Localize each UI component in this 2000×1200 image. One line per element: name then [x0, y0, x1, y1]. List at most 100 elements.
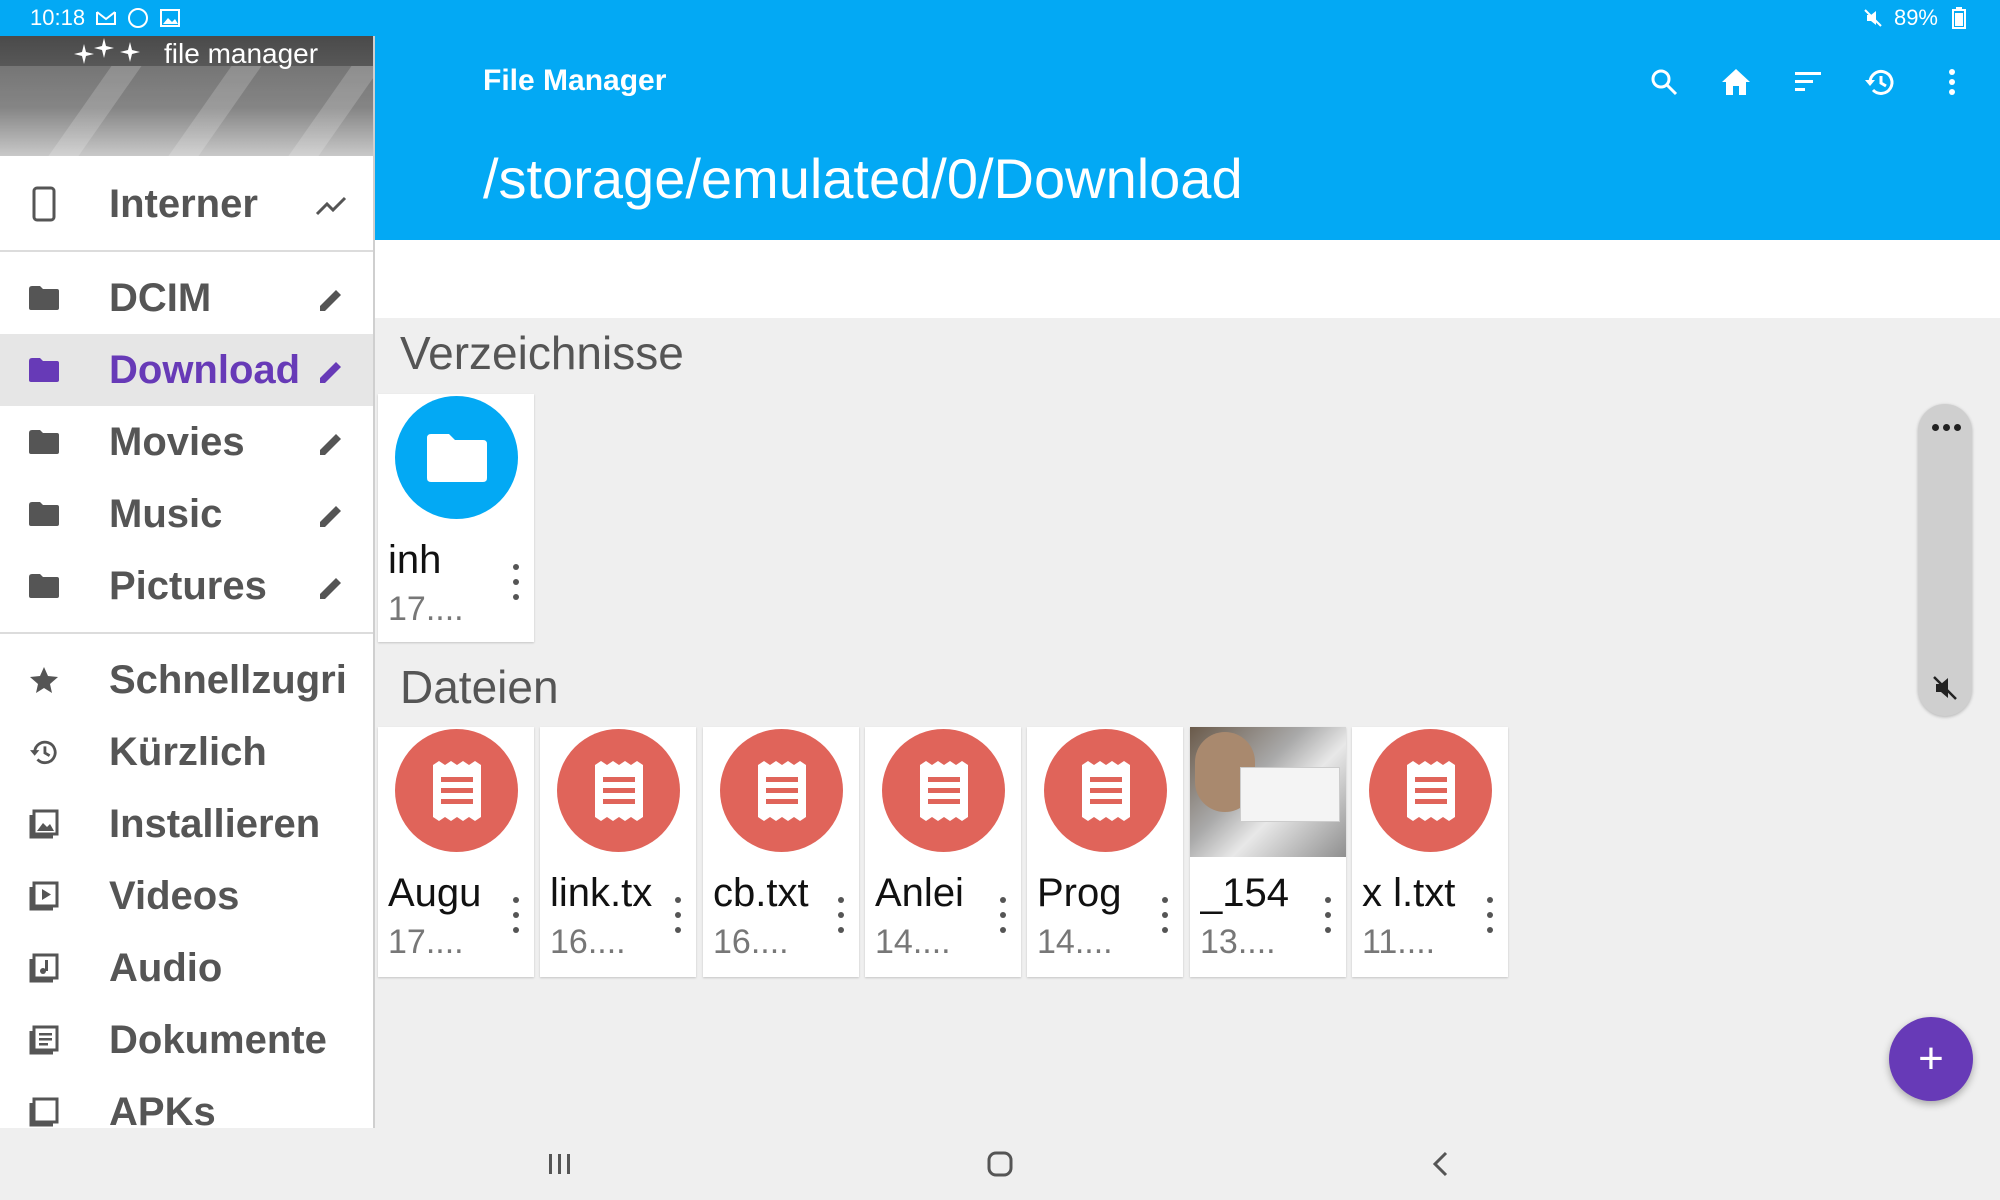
more-vert-icon[interactable]	[1934, 64, 1970, 100]
folder-icon	[24, 429, 64, 455]
drawer-folder-item[interactable]: Movies	[0, 406, 373, 478]
edit-icon[interactable]	[315, 428, 347, 460]
drawer-folder-item[interactable]: DCIM	[0, 262, 373, 334]
file-name: x l.txt	[1362, 871, 1456, 915]
back-icon[interactable]	[1422, 1146, 1458, 1182]
drawer-folder-label: Download	[109, 347, 301, 392]
drawer-item-label: Audio	[109, 945, 223, 990]
folder-icon	[24, 573, 64, 599]
file-date: 14....	[1037, 923, 1113, 961]
folder-icon	[24, 285, 64, 311]
drawer-item-label: Dokumente	[109, 1017, 327, 1062]
file-name: Anlei	[875, 871, 964, 915]
more-vert-icon[interactable]	[506, 564, 526, 600]
status-bar: 10:18 89%	[0, 0, 2000, 36]
drawer-folder-label: Music	[109, 491, 223, 536]
mute-icon	[1862, 7, 1884, 29]
drawer-item-label: Kürzlich	[109, 729, 267, 774]
app-bar: File Manager /storage/emulated/0/Downloa…	[375, 36, 2000, 240]
text-file-icon	[882, 729, 1005, 852]
text-file-icon	[1044, 729, 1167, 852]
file-card[interactable]: x l.txt 11....	[1352, 727, 1508, 977]
drawer-folder-label: Pictures	[109, 563, 267, 608]
more-vert-icon[interactable]	[993, 897, 1013, 933]
drawer-folder-item[interactable]: Pictures	[0, 550, 373, 622]
brand-text: file manager	[164, 38, 319, 69]
file-date: 11....	[1362, 923, 1436, 961]
file-name: Augu	[388, 871, 482, 915]
files-heading: Dateien	[400, 661, 559, 713]
file-date: 17....	[388, 923, 464, 961]
edit-icon[interactable]	[315, 500, 347, 532]
edit-icon[interactable]	[315, 572, 347, 604]
folder-name: inh	[388, 538, 442, 582]
drawer-item-label: Installieren	[109, 801, 321, 846]
folder-icon	[24, 357, 64, 383]
search-icon[interactable]	[1646, 64, 1682, 100]
more-vert-icon[interactable]	[1155, 897, 1175, 933]
more-vert-icon[interactable]	[1318, 897, 1338, 933]
recent-apps-icon[interactable]	[542, 1146, 578, 1182]
notification-badge-icon	[127, 7, 149, 29]
more-vert-icon[interactable]	[506, 897, 526, 933]
drawer-folder-item[interactable]: Download	[0, 334, 373, 406]
edit-icon[interactable]	[315, 284, 347, 316]
drawer-item-label: APKs	[109, 1089, 216, 1129]
home-icon[interactable]	[1718, 64, 1754, 100]
drawer-item-install[interactable]: Installieren	[0, 788, 373, 860]
edit-icon[interactable]	[315, 356, 347, 388]
image-thumbnail	[1190, 727, 1346, 857]
file-card[interactable]: cb.txt 16....	[703, 727, 859, 977]
drawer-storage-internal[interactable]: Interner	[0, 168, 373, 240]
file-card[interactable]: Prog 14....	[1027, 727, 1183, 977]
file-name: _154	[1200, 871, 1289, 915]
storage-label: Interner	[109, 181, 258, 226]
apk-icon	[24, 1097, 64, 1127]
drawer-item-quick-access[interactable]: Schnellzugri	[0, 644, 373, 716]
phone-icon	[24, 186, 64, 222]
navigation-drawer: file manager Interner DCIM Download Movies…	[0, 36, 375, 1128]
more-horiz-icon[interactable]	[1932, 424, 1961, 431]
battery-icon	[1948, 7, 1970, 29]
drawer-item-label: Schnellzugri	[109, 657, 347, 702]
drawer-item-videos[interactable]: Videos	[0, 860, 373, 932]
status-time: 10:18	[30, 5, 86, 30]
drawer-item-documents[interactable]: Dokumente	[0, 1004, 373, 1076]
sort-icon[interactable]	[1790, 64, 1826, 100]
edge-panel-handle[interactable]	[1918, 404, 1972, 716]
text-file-icon	[557, 729, 680, 852]
file-name: link.tx	[550, 871, 653, 915]
folder-card[interactable]: inh 17....	[378, 394, 534, 642]
mute-icon[interactable]	[1931, 674, 1959, 702]
gallery-icon	[159, 7, 181, 29]
file-card[interactable]: Augu 17....	[378, 727, 534, 977]
app-title: File Manager	[483, 64, 667, 97]
drawer-item-recent[interactable]: Kürzlich	[0, 716, 373, 788]
file-name: Prog	[1037, 871, 1122, 915]
star-icon	[24, 665, 64, 695]
sparkle-icon	[74, 38, 140, 64]
file-date: 16....	[713, 923, 789, 961]
app-logo: file manager	[72, 38, 318, 70]
more-vert-icon[interactable]	[668, 897, 688, 933]
file-card[interactable]: _154 13....	[1190, 727, 1346, 977]
drawer-divider	[0, 250, 373, 252]
history-icon[interactable]	[1862, 64, 1898, 100]
folder-icon	[395, 396, 518, 519]
drawer-item-label: Videos	[109, 873, 240, 918]
current-path[interactable]: /storage/emulated/0/Download	[483, 146, 1243, 211]
drawer-item-apks[interactable]: APKs	[0, 1076, 373, 1128]
file-card[interactable]: link.tx 16....	[540, 727, 696, 977]
chart-icon[interactable]	[315, 190, 347, 222]
more-vert-icon[interactable]	[1480, 897, 1500, 933]
drawer-item-audio[interactable]: Audio	[0, 932, 373, 1004]
home-button-icon[interactable]	[982, 1146, 1018, 1182]
history-icon	[24, 738, 64, 766]
add-fab-button[interactable]: +	[1889, 1017, 1973, 1101]
text-file-icon	[1369, 729, 1492, 852]
file-card[interactable]: Anlei 14....	[865, 727, 1021, 977]
drawer-folder-item[interactable]: Music	[0, 478, 373, 550]
more-vert-icon[interactable]	[831, 897, 851, 933]
directories-heading: Verzeichnisse	[400, 327, 684, 379]
drawer-divider	[0, 632, 373, 634]
